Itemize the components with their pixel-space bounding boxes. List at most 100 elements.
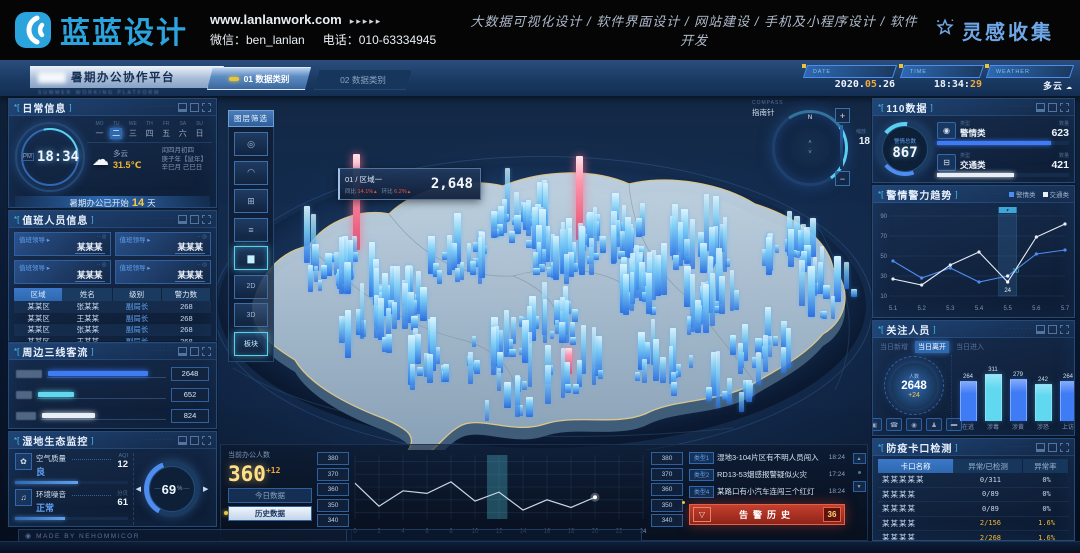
checkpoint-body: 某某某某某0/3110%某某某某0/890%某某某某0/890%某某某某2/15… — [873, 473, 1074, 541]
maximize-icon[interactable] — [190, 215, 199, 224]
panel-title: 湿地生态监控 — [22, 433, 88, 448]
focus-chart: 264在逃311涉毒279涉黄242涉恐264上访 — [951, 355, 1075, 431]
maximize-icon[interactable] — [190, 436, 199, 445]
svg-text:24: 24 — [1004, 288, 1011, 294]
tab-data-category-1[interactable]: 01 数据类别 — [207, 67, 311, 90]
maximize-icon[interactable] — [190, 347, 199, 356]
tab-data-category-2[interactable]: 02 数据类别 — [314, 69, 412, 90]
office-data-button[interactable]: 今日数据 — [228, 488, 312, 503]
scroll-up-icon[interactable]: ▲ — [853, 453, 866, 464]
minimize-icon[interactable] — [178, 347, 187, 356]
layer-button-radar[interactable]: ◠ — [234, 161, 268, 185]
expand-icon[interactable] — [202, 103, 211, 112]
legend-item[interactable]: 交通类 — [1043, 189, 1070, 199]
map-bar — [526, 240, 532, 248]
alert-history-banner[interactable]: ▽ 告警历史 36 — [689, 504, 845, 525]
zoom-level-value: 18 — [859, 136, 870, 147]
p110-cat-label: 类型 — [960, 152, 986, 159]
panel-title: 110数据 — [886, 100, 927, 115]
alert-row[interactable]: 类型2RD13-53烟感报警疑似火灾17:24 — [689, 466, 845, 483]
weekday-cn: 四 — [145, 128, 153, 139]
panel-title: 周边三线客流 — [22, 344, 88, 359]
lunar-line: 辛巳月 己巳日 — [162, 164, 208, 173]
layer-buttons: ◎ ◠ ⊞ ≡ ▆ 2D 3D 板块 — [228, 127, 274, 362]
layer-button-2d[interactable]: 2D — [234, 275, 268, 299]
trend-legend: 警情类交通类 — [1009, 189, 1069, 199]
maximize-icon[interactable] — [1048, 325, 1057, 334]
focus-icon-row: ▣☎◉♟▬ — [872, 418, 962, 431]
minimize-icon[interactable] — [1036, 443, 1045, 452]
screenshot-root: 蓝蓝设计 www.lanlanwork.com▸▸▸▸▸ 微信：ben_lanl… — [0, 0, 1080, 553]
map-bar — [660, 357, 665, 383]
maximize-icon[interactable] — [190, 103, 199, 112]
expand-icon[interactable] — [202, 436, 211, 445]
office-data-button[interactable]: 历史数据 — [228, 506, 312, 521]
expand-icon[interactable] — [1060, 325, 1069, 334]
map-bar — [689, 355, 694, 368]
expand-icon[interactable] — [1060, 443, 1069, 452]
expand-icon[interactable] — [202, 215, 211, 224]
layer-button-board[interactable]: 板块 — [234, 332, 268, 356]
layer-button-bars[interactable]: ▆ — [234, 246, 268, 270]
expand-icon[interactable] — [1060, 103, 1069, 112]
signal-icon[interactable]: ◉ — [906, 418, 922, 431]
focus-tab[interactable]: 当日新增 — [880, 342, 908, 352]
compass-label-en: COMPASS — [752, 100, 784, 106]
checkpoint-head: 卡口名称异常/已检测异常率 — [878, 459, 1069, 473]
map-bar — [468, 352, 473, 384]
map-bar — [786, 328, 792, 368]
zoom-out-button[interactable]: − — [835, 171, 850, 186]
layer-button-pin[interactable]: ◎ — [234, 132, 268, 156]
focus-tab[interactable]: 当日离开 — [915, 341, 949, 353]
camera-icon[interactable]: ▣ — [872, 418, 882, 431]
minimize-icon[interactable] — [178, 215, 187, 224]
table-row: 某某某某0/890% — [878, 502, 1069, 517]
person-icon[interactable]: ♟ — [926, 418, 942, 431]
layer-button-list[interactable]: ≡ — [234, 218, 268, 242]
pin-icon: ◎ — [247, 139, 255, 150]
alert-row[interactable]: 类型1湿地3-104片区有不明人员闯入18:24 — [689, 449, 845, 466]
alert-type-badge: 类型2 — [689, 469, 714, 481]
map-bar — [781, 347, 787, 372]
layer-button-cluster[interactable]: ⊞ — [234, 189, 268, 213]
map-bar — [497, 368, 501, 392]
table-row: 某某某某2/2681.6% — [878, 531, 1069, 541]
compass-label-cn: 指南针 — [752, 107, 775, 118]
expand-icon[interactable] — [202, 347, 211, 356]
checkpoint-name: 某某某某某 — [878, 474, 957, 485]
minimize-icon[interactable] — [178, 436, 187, 445]
duty-card: 值班领导 ▸·· ◎某某某 — [115, 232, 212, 256]
weekday-en: TH — [146, 121, 153, 127]
svg-text:5.2: 5.2 — [917, 306, 926, 312]
cloud-icon: ☁ — [1066, 81, 1072, 92]
eco-value: 61 — [117, 497, 128, 508]
duty-card: 值班领导 ▸·· ◎某某某 — [14, 260, 111, 284]
maximize-icon[interactable] — [1048, 443, 1057, 452]
alert-list: 类型1湿地3-104片区有不明人员闯入18:24类型2RD13-53烟感报警疑似… — [689, 449, 845, 500]
website-link[interactable]: www.lanlanwork.com — [210, 12, 342, 27]
minimize-icon[interactable] — [1036, 103, 1045, 112]
weekday-cn: 五 — [162, 128, 170, 139]
table-row: 某某某某某0/3110% — [878, 473, 1069, 488]
minimize-icon[interactable] — [178, 103, 187, 112]
minimize-icon[interactable] — [1036, 325, 1045, 334]
map-bar — [543, 299, 547, 343]
maximize-icon[interactable] — [1048, 103, 1057, 112]
panel-passenger-flow: *[周边三线客流]······· 2648652824 — [8, 342, 217, 429]
zoom-in-button[interactable]: + — [835, 108, 850, 123]
legend-item[interactable]: 警情类 — [1009, 189, 1036, 199]
map-bar — [834, 256, 841, 302]
gauge-right-arrow-icon[interactable]: ▶ — [203, 485, 208, 493]
gauge-left-arrow-icon[interactable]: ◀ — [136, 485, 141, 493]
phone-icon[interactable]: ☎ — [886, 418, 902, 431]
alert-row[interactable]: 类型4某路口有小汽车连闯三个红灯18:24 — [689, 483, 845, 500]
layer-button-3d[interactable]: 3D — [234, 303, 268, 327]
noise-icon: ♫ — [15, 489, 32, 506]
table-row: 某某某某2/1561.6% — [878, 517, 1069, 532]
brand-contact: www.lanlanwork.com▸▸▸▸▸ 微信：ben_lanlan电话：… — [210, 12, 454, 48]
focus-tab[interactable]: 当日进入 — [956, 342, 984, 352]
scroll-down-icon[interactable]: ▼ — [853, 481, 866, 492]
y-tick-box: 370 — [317, 468, 349, 481]
zoom-track[interactable] — [840, 125, 843, 169]
gear-icon: ◉ — [25, 533, 31, 540]
